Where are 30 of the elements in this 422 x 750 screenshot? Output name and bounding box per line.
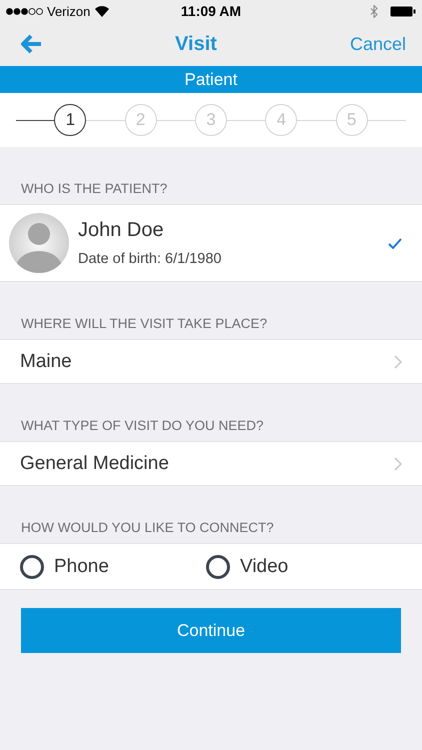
patient-name: John Doe bbox=[78, 219, 165, 242]
avatar-icon bbox=[8, 212, 70, 274]
picker-value: General Medicine bbox=[20, 452, 170, 474]
picker-value: Maine bbox=[20, 350, 73, 372]
section-banner: Patient bbox=[0, 66, 422, 93]
patient-birth-date: Date of birth: 6/1/1980 bbox=[78, 251, 222, 267]
screen-title: Visit bbox=[175, 32, 217, 56]
radio-circle[interactable] bbox=[20, 554, 44, 578]
radio-circle[interactable] bbox=[206, 554, 230, 578]
picker-row[interactable]: Maine bbox=[0, 339, 422, 384]
section-header: HOW WOULD YOU LIKE TO CONNECT? bbox=[20, 519, 275, 537]
radio-option[interactable]: Phone bbox=[20, 554, 206, 578]
status-time: 11:09 AM bbox=[180, 3, 242, 19]
bluetooth-icon bbox=[370, 4, 378, 18]
radio-option[interactable]: Video bbox=[206, 554, 392, 578]
section-header: WHAT TYPE OF VISIT DO YOU NEED? bbox=[20, 417, 265, 435]
chevron-icon bbox=[394, 456, 402, 470]
radio-label: Video bbox=[240, 556, 288, 578]
signal-icon bbox=[6, 8, 44, 14]
picker-row[interactable]: General Medicine bbox=[0, 441, 422, 486]
patient-row[interactable]: John Doe Date of birth: 6/1/1980 bbox=[0, 204, 422, 282]
section-header: WHERE WILL THE VISIT TAKE PLACE? bbox=[20, 315, 268, 333]
radio-label: Phone bbox=[54, 556, 109, 578]
section-header: WHO IS THE PATIENT? bbox=[20, 180, 168, 198]
chevron-icon bbox=[394, 354, 402, 368]
battery-icon bbox=[390, 6, 416, 16]
carrier-name: Verizon bbox=[47, 4, 90, 18]
back-arrow-icon[interactable] bbox=[20, 34, 42, 54]
wifi-icon bbox=[95, 6, 110, 16]
step-circle[interactable]: 1 bbox=[54, 104, 86, 136]
